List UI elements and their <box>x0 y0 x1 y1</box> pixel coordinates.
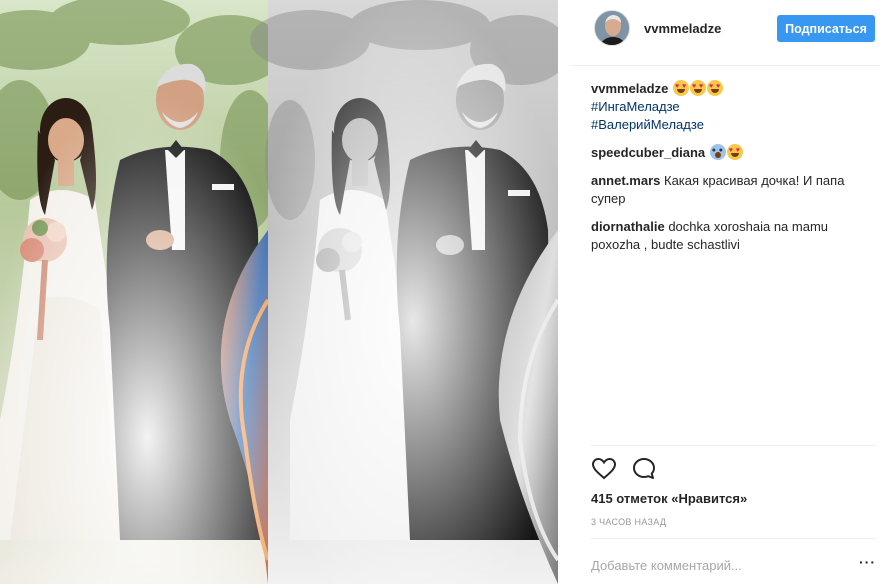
comment-username[interactable]: speedcuber_diana <box>591 145 705 160</box>
post-header: vvmmeladze Подписаться <box>570 0 880 66</box>
more-options-icon[interactable]: ··· <box>859 554 876 570</box>
hashtag-link[interactable]: #ИнгаМеладзе <box>591 98 876 116</box>
instagram-post: vvmmeladze Подписаться vvmmeladze ♥ ♥ ♥ ♥ ♥ ♥… <box>0 0 882 584</box>
caption: vvmmeladze ♥ ♥ ♥ ♥ ♥ ♥ #ИнгаМеладзе #ВалерийМ… <box>591 80 876 134</box>
heart-eyes-emoji: ♥ ♥ <box>726 144 743 160</box>
heart-outline-icon[interactable] <box>591 456 617 482</box>
heart-eyes-emoji: ♥ ♥ <box>672 80 689 96</box>
like-count[interactable]: 415 отметок «Нравится» <box>591 491 747 506</box>
post-actions <box>591 456 691 482</box>
avatar[interactable] <box>594 10 630 46</box>
post-photo[interactable] <box>0 0 558 584</box>
wedding-photo-collage <box>0 0 558 584</box>
photo-right-grayscale <box>250 0 558 584</box>
caption-username[interactable]: vvmmeladze <box>591 81 668 96</box>
comment: diornathalie dochka xoroshaia na mamu po… <box>591 218 876 254</box>
comment: annet.mars Какая красивая дочка! И папа … <box>591 172 876 208</box>
photo-left-color <box>0 0 285 584</box>
add-comment-input[interactable] <box>591 555 841 575</box>
heart-eyes-emoji: ♥ ♥ <box>706 80 723 96</box>
follow-button[interactable]: Подписаться <box>777 15 875 42</box>
hashtag-link[interactable]: #ВалерийМеладзе <box>591 116 876 134</box>
divider <box>591 445 876 446</box>
comment-username[interactable]: annet.mars <box>591 173 660 188</box>
speech-bubble-icon[interactable] <box>631 456 657 482</box>
post-side-panel: vvmmeladze Подписаться vvmmeladze ♥ ♥ ♥ ♥ ♥ ♥… <box>570 0 882 584</box>
screaming-face-emoji: ● ● <box>709 144 726 160</box>
comment: speedcuber_diana ● ● ♥ ♥ <box>591 144 876 162</box>
post-timestamp[interactable]: 3 ЧАСОВ НАЗАД <box>591 517 666 527</box>
author-username[interactable]: vvmmeladze <box>644 21 721 36</box>
heart-eyes-emoji: ♥ ♥ <box>689 80 706 96</box>
comment-username[interactable]: diornathalie <box>591 219 665 234</box>
comments-list: vvmmeladze ♥ ♥ ♥ ♥ ♥ ♥ #ИнгаМеладзе #ВалерийМ… <box>591 80 876 264</box>
add-comment-section: ··· <box>591 538 876 584</box>
